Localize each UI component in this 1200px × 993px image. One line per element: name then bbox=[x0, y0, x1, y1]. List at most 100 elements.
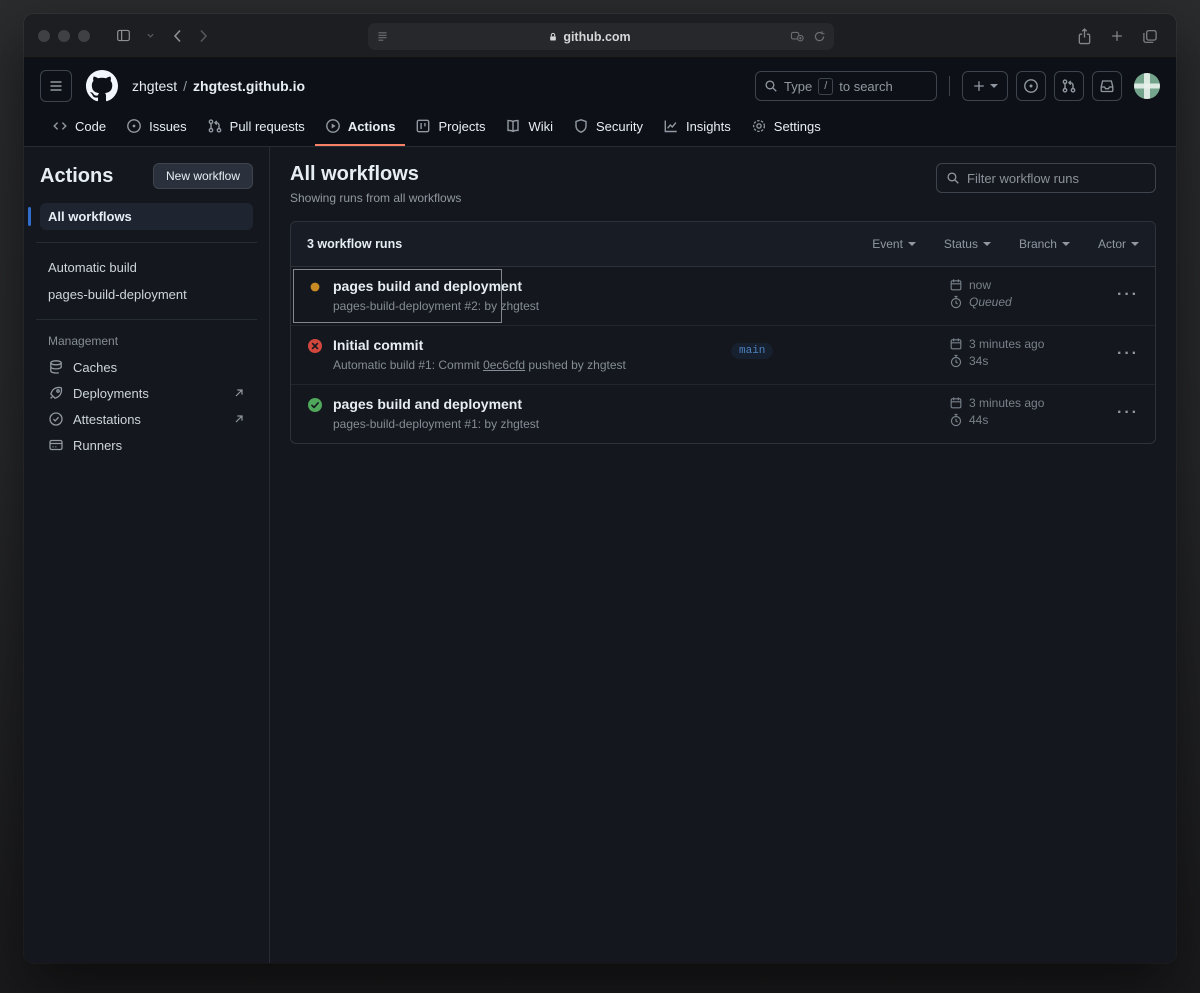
tab-actions[interactable]: Actions bbox=[315, 110, 406, 146]
run-title-link[interactable]: pages build and deployment bbox=[333, 396, 539, 412]
sidebar-item-caches[interactable]: Caches bbox=[40, 354, 253, 380]
run-title-link[interactable]: Initial commit bbox=[333, 337, 626, 353]
tab-projects[interactable]: Projects bbox=[405, 110, 495, 146]
sidebar-item-pages-build-deployment[interactable]: pages-build-deployment bbox=[40, 282, 253, 307]
tab-issues[interactable]: Issues bbox=[116, 110, 197, 146]
reload-icon[interactable] bbox=[813, 30, 826, 43]
workflow-runs-list: 3 workflow runs Event Status Branch Acto… bbox=[290, 221, 1156, 444]
run-duration: 44s bbox=[969, 413, 988, 427]
toolbar-chevron-down-icon[interactable] bbox=[146, 31, 155, 40]
chevron-down-icon bbox=[1062, 242, 1070, 246]
sidebar-divider bbox=[36, 319, 257, 320]
forward-button[interactable] bbox=[198, 28, 209, 44]
projects-icon bbox=[415, 118, 431, 134]
graph-icon bbox=[663, 118, 679, 134]
event-filter-dropdown[interactable]: Event bbox=[872, 237, 916, 251]
traffic-lights[interactable] bbox=[38, 30, 90, 42]
zoom-window-button[interactable] bbox=[78, 30, 90, 42]
commit-sha-link[interactable]: 0ec6cfd bbox=[483, 358, 525, 372]
create-new-button[interactable] bbox=[962, 71, 1008, 101]
gear-icon bbox=[751, 118, 767, 134]
workflows-main: All workflows Showing runs from all work… bbox=[270, 147, 1176, 963]
inbox-button[interactable] bbox=[1092, 71, 1122, 101]
tab-overview-icon[interactable] bbox=[1142, 29, 1158, 44]
workflow-run-row[interactable]: Initial commit Automatic build #1: Commi… bbox=[291, 325, 1155, 384]
calendar-icon bbox=[949, 396, 963, 410]
sidebar-item-runners[interactable]: Runners bbox=[40, 432, 253, 458]
tab-security[interactable]: Security bbox=[563, 110, 653, 146]
status-filter-dropdown[interactable]: Status bbox=[944, 237, 991, 251]
browser-toolbar: github.com bbox=[24, 14, 1176, 58]
calendar-icon bbox=[949, 337, 963, 351]
global-menu-button[interactable] bbox=[40, 70, 72, 102]
run-date: now bbox=[969, 278, 991, 292]
run-options-kebab[interactable]: ··· bbox=[1099, 278, 1139, 304]
breadcrumb: zhgtest / zhgtest.github.io bbox=[132, 78, 305, 94]
tab-pull-requests[interactable]: Pull requests bbox=[197, 110, 315, 146]
tab-settings[interactable]: Settings bbox=[741, 110, 831, 146]
tab-insights[interactable]: Insights bbox=[653, 110, 741, 146]
status-failed-icon bbox=[307, 338, 323, 372]
user-avatar[interactable] bbox=[1134, 73, 1160, 99]
filter-workflow-runs-field[interactable] bbox=[936, 163, 1156, 193]
stopwatch-icon bbox=[949, 354, 963, 368]
pull-requests-dashboard-button[interactable] bbox=[1054, 71, 1084, 101]
workflow-run-row[interactable]: pages build and deployment pages-build-d… bbox=[291, 384, 1155, 443]
lock-icon bbox=[548, 31, 558, 43]
new-tab-icon[interactable] bbox=[1110, 29, 1124, 43]
external-link-icon bbox=[233, 387, 245, 399]
sidebar-item-attestations[interactable]: Attestations bbox=[40, 406, 253, 432]
status-queued-icon bbox=[307, 279, 323, 313]
run-subtitle: pages-build-deployment #1: by zhgtest bbox=[333, 417, 539, 431]
breadcrumb-repo[interactable]: zhgtest.github.io bbox=[193, 78, 305, 94]
close-window-button[interactable] bbox=[38, 30, 50, 42]
run-options-kebab[interactable]: ··· bbox=[1099, 337, 1139, 363]
chevron-down-icon bbox=[908, 242, 916, 246]
workflow-run-row[interactable]: pages build and deployment pages-build-d… bbox=[291, 267, 1155, 325]
slash-key-hint: / bbox=[818, 78, 833, 95]
pull-request-icon bbox=[207, 118, 223, 134]
sidebar-divider bbox=[36, 242, 257, 243]
chevron-down-icon bbox=[990, 84, 998, 88]
runs-list-header: 3 workflow runs Event Status Branch Acto… bbox=[291, 222, 1155, 267]
run-title-link[interactable]: pages build and deployment bbox=[333, 278, 539, 294]
sidebar-item-automatic-build[interactable]: Automatic build bbox=[40, 255, 253, 280]
sidebar-toggle-icon[interactable] bbox=[115, 28, 132, 43]
actor-filter-dropdown[interactable]: Actor bbox=[1098, 237, 1139, 251]
run-date: 3 minutes ago bbox=[969, 396, 1044, 410]
sidebar-item-all-workflows[interactable]: All workflows bbox=[40, 203, 253, 230]
page-subtitle: Showing runs from all workflows bbox=[290, 191, 461, 205]
external-link-icon bbox=[233, 413, 245, 425]
page-title: All workflows bbox=[290, 163, 461, 186]
url-host: github.com bbox=[563, 30, 630, 44]
new-workflow-button[interactable]: New workflow bbox=[153, 163, 253, 189]
run-options-kebab[interactable]: ··· bbox=[1099, 396, 1139, 422]
header-divider bbox=[949, 76, 950, 96]
global-search-button[interactable]: Type / to search bbox=[755, 71, 937, 101]
privacy-report-icon[interactable] bbox=[790, 30, 805, 43]
repo-nav-tabs: Code Issues Pull requests Actions Projec… bbox=[40, 110, 1160, 146]
github-logo[interactable] bbox=[86, 70, 118, 102]
browser-window: github.com bbox=[24, 14, 1176, 963]
filter-workflow-runs-input[interactable] bbox=[967, 171, 1146, 186]
reader-icon[interactable] bbox=[376, 30, 389, 43]
minimize-window-button[interactable] bbox=[58, 30, 70, 42]
branch-filter-dropdown[interactable]: Branch bbox=[1019, 237, 1070, 251]
book-icon bbox=[505, 118, 521, 134]
cache-icon bbox=[48, 359, 64, 375]
sidebar-item-deployments[interactable]: Deployments bbox=[40, 380, 253, 406]
address-bar[interactable]: github.com bbox=[368, 23, 834, 50]
shield-icon bbox=[573, 118, 589, 134]
run-duration: 34s bbox=[969, 354, 988, 368]
share-icon[interactable] bbox=[1077, 28, 1092, 45]
management-section-label: Management bbox=[40, 332, 253, 354]
issues-dashboard-button[interactable] bbox=[1016, 71, 1046, 101]
back-button[interactable] bbox=[172, 28, 183, 44]
tab-code[interactable]: Code bbox=[42, 110, 116, 146]
issue-icon bbox=[126, 118, 142, 134]
actions-icon bbox=[325, 118, 341, 134]
breadcrumb-owner[interactable]: zhgtest bbox=[132, 78, 177, 94]
branch-label[interactable]: main bbox=[731, 343, 773, 359]
tab-wiki[interactable]: Wiki bbox=[495, 110, 563, 146]
run-subtitle: Automatic build #1: Commit 0ec6cfd pushe… bbox=[333, 358, 626, 372]
